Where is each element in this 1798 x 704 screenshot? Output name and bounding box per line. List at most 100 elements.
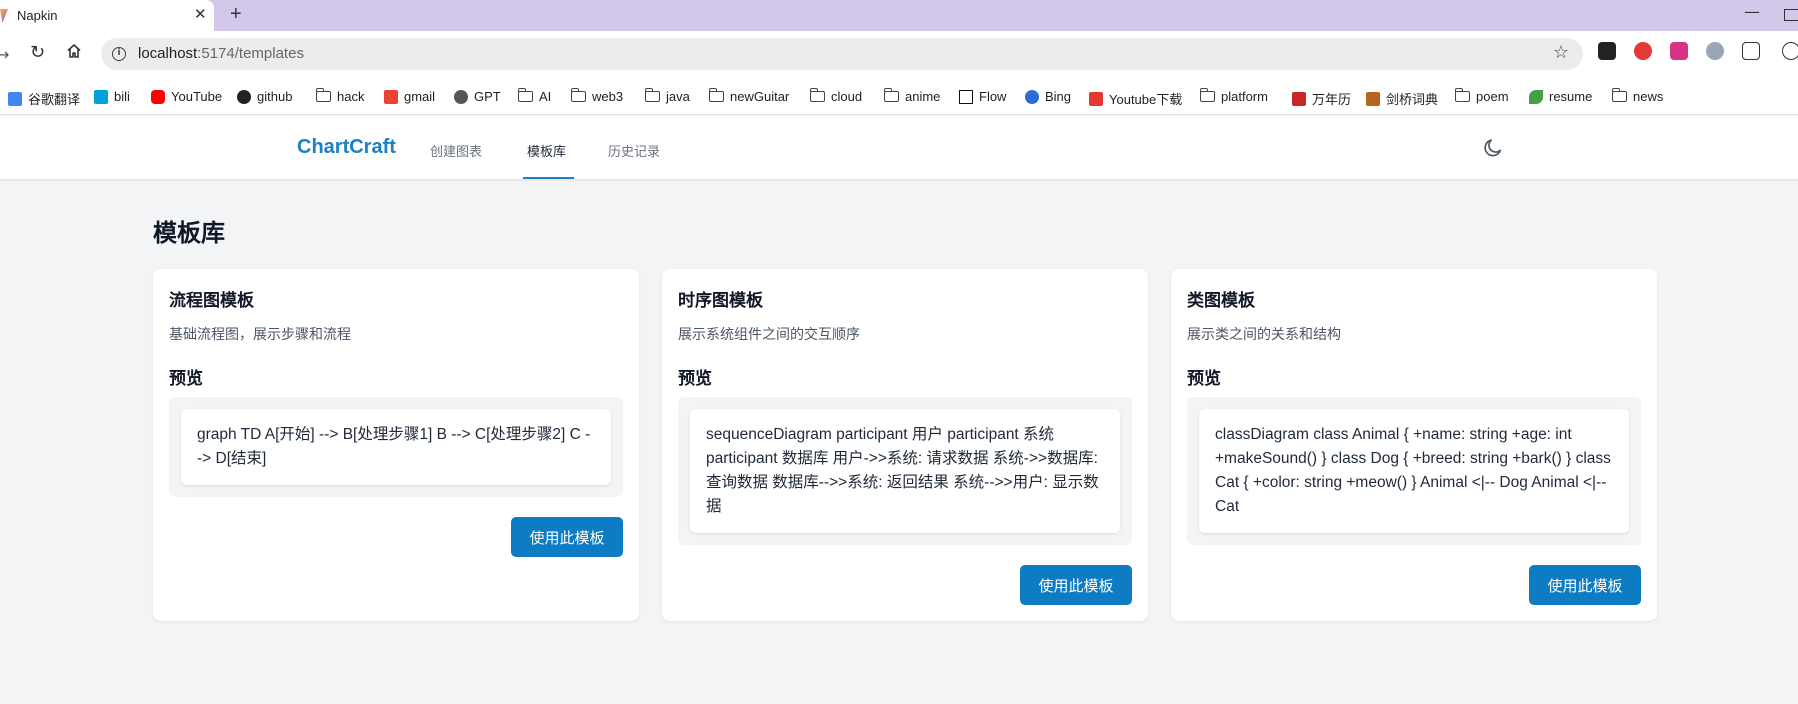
forward-arrow-icon[interactable]: → xyxy=(0,45,9,64)
preview-container: graph TD A[开始] --> B[处理步骤1] B --> C[处理步骤… xyxy=(169,397,623,497)
use-template-button[interactable]: 使用此模板 xyxy=(511,517,623,557)
bookmark-label: news xyxy=(1633,89,1664,104)
cambridge-icon xyxy=(1366,91,1380,106)
extensions-puzzle-icon[interactable] xyxy=(1742,42,1760,60)
app-header: ChartCraft 创建图表 模板库 历史记录 xyxy=(0,116,1798,180)
calendar-icon xyxy=(1292,91,1306,106)
close-tab-icon[interactable]: ✕ xyxy=(194,5,207,23)
bookmark-folder[interactable]: java xyxy=(644,88,690,104)
folder-icon xyxy=(315,88,331,102)
bookmarks-bar: 谷歌翻译 bili YouTube github hack gmail GPT … xyxy=(0,81,1798,115)
folder-icon xyxy=(644,88,660,102)
preview-container: classDiagram class Animal { +name: strin… xyxy=(1187,397,1641,545)
flow-icon xyxy=(959,89,973,104)
use-template-button[interactable]: 使用此模板 xyxy=(1529,565,1641,605)
bookmark-folder[interactable]: anime xyxy=(883,88,941,104)
nav-template-library[interactable]: 模板库 xyxy=(527,141,566,160)
preview-label: 预览 xyxy=(169,369,203,389)
bilibili-icon xyxy=(94,89,108,104)
bookmark-item[interactable]: 万年历 xyxy=(1292,89,1351,108)
bookmark-item[interactable]: bili xyxy=(94,89,130,104)
folder-icon xyxy=(570,88,586,102)
bookmark-item[interactable]: 剑桥词典 xyxy=(1366,89,1438,108)
bookmark-item[interactable]: gmail xyxy=(384,89,435,104)
github-icon xyxy=(237,89,251,104)
preview-label: 预览 xyxy=(1187,369,1221,389)
extension-3-icon[interactable] xyxy=(1670,42,1688,60)
bookmark-label: hack xyxy=(337,89,365,104)
bookmark-item[interactable]: Youtube下载 xyxy=(1089,89,1182,108)
bookmark-folder[interactable]: newGuitar xyxy=(708,88,790,104)
bookmark-item[interactable]: github xyxy=(237,89,292,104)
folder-icon xyxy=(1199,88,1215,102)
youtube-icon xyxy=(151,89,165,104)
page-title: 模板库 xyxy=(153,219,225,247)
home-icon[interactable] xyxy=(66,43,82,59)
browser-tab[interactable]: Napkin ✕ xyxy=(0,0,214,31)
folder-icon xyxy=(1611,88,1627,102)
bookmark-label: anime xyxy=(905,89,941,104)
bookmark-label: YouTube xyxy=(171,89,223,104)
bookmark-label: GPT xyxy=(474,89,501,104)
address-bar[interactable]: i localhost:5174/templates ☆ xyxy=(101,38,1583,70)
bookmark-folder[interactable]: cloud xyxy=(809,88,863,104)
bookmark-label: platform xyxy=(1221,89,1268,104)
bookmark-item[interactable]: Bing xyxy=(1025,89,1071,104)
bookmark-label: web3 xyxy=(592,89,624,104)
bookmark-item[interactable]: Flow xyxy=(959,89,1006,104)
bookmark-label: newGuitar xyxy=(730,89,790,104)
bookmark-item[interactable]: resume xyxy=(1529,89,1592,104)
bookmark-label: github xyxy=(257,89,293,104)
template-card-class: 类图模板 展示类之间的关系和结构 预览 classDiagram class A… xyxy=(1171,269,1657,621)
use-template-button[interactable]: 使用此模板 xyxy=(1020,565,1132,605)
reload-icon[interactable]: ↻ xyxy=(30,42,45,63)
bookmark-label: gmail xyxy=(404,89,436,104)
tab-title: Napkin xyxy=(17,8,58,23)
template-code-preview: sequenceDiagram participant 用户 participa… xyxy=(690,409,1120,533)
bookmark-label: bili xyxy=(114,89,130,104)
bookmark-item[interactable]: GPT xyxy=(454,89,501,104)
bookmark-label: 剑桥词典 xyxy=(1386,92,1439,107)
bookmark-label: poem xyxy=(1476,89,1509,104)
nav-history[interactable]: 历史记录 xyxy=(608,141,660,160)
bookmark-folder[interactable]: AI xyxy=(517,88,552,104)
bookmark-item[interactable]: YouTube xyxy=(151,89,222,104)
bookmark-folder[interactable]: poem xyxy=(1454,88,1509,104)
browser-toolbar: → ↻ i localhost:5174/templates ☆ xyxy=(0,31,1798,81)
folder-icon xyxy=(517,88,533,102)
dark-mode-moon-icon[interactable] xyxy=(1482,137,1504,159)
profile-icon[interactable] xyxy=(1782,42,1798,60)
active-nav-indicator xyxy=(523,177,574,179)
url-host: localhost xyxy=(138,45,198,62)
bookmark-label: resume xyxy=(1549,89,1593,104)
site-info-icon[interactable]: i xyxy=(112,47,126,61)
bookmark-item[interactable]: 谷歌翻译 xyxy=(8,89,80,108)
maximize-window-icon[interactable] xyxy=(1784,9,1798,21)
bookmark-label: Youtube下载 xyxy=(1109,92,1183,107)
new-tab-button[interactable]: + xyxy=(230,3,242,26)
bookmark-label: AI xyxy=(539,89,552,104)
nav-create-chart[interactable]: 创建图表 xyxy=(430,141,482,160)
extension-1-icon[interactable] xyxy=(1598,42,1616,60)
template-title: 类图模板 xyxy=(1187,291,1255,311)
preview-label: 预览 xyxy=(678,369,712,389)
extension-2-icon[interactable] xyxy=(1634,42,1652,60)
leaf-icon xyxy=(1529,89,1543,104)
bookmark-label: 万年历 xyxy=(1312,92,1352,107)
minimize-window-icon[interactable]: — xyxy=(1744,2,1760,21)
bookmark-label: Flow xyxy=(979,89,1007,104)
extension-4-icon[interactable] xyxy=(1706,42,1724,60)
bookmark-folder[interactable]: hack xyxy=(315,88,365,104)
bookmark-label: cloud xyxy=(831,89,863,104)
bookmark-star-icon[interactable]: ☆ xyxy=(1553,42,1569,63)
url-text[interactable]: localhost:5174/templates xyxy=(138,45,304,62)
bookmark-folder[interactable]: web3 xyxy=(570,88,624,104)
bookmark-folder[interactable]: platform xyxy=(1199,88,1268,104)
download-icon xyxy=(1089,91,1103,106)
bookmark-label: java xyxy=(666,89,690,104)
folder-icon xyxy=(883,88,899,102)
gmail-icon xyxy=(384,89,398,104)
bookmark-folder[interactable]: news xyxy=(1611,88,1664,104)
template-title: 时序图模板 xyxy=(678,291,763,311)
app-logo[interactable]: ChartCraft xyxy=(297,136,396,159)
